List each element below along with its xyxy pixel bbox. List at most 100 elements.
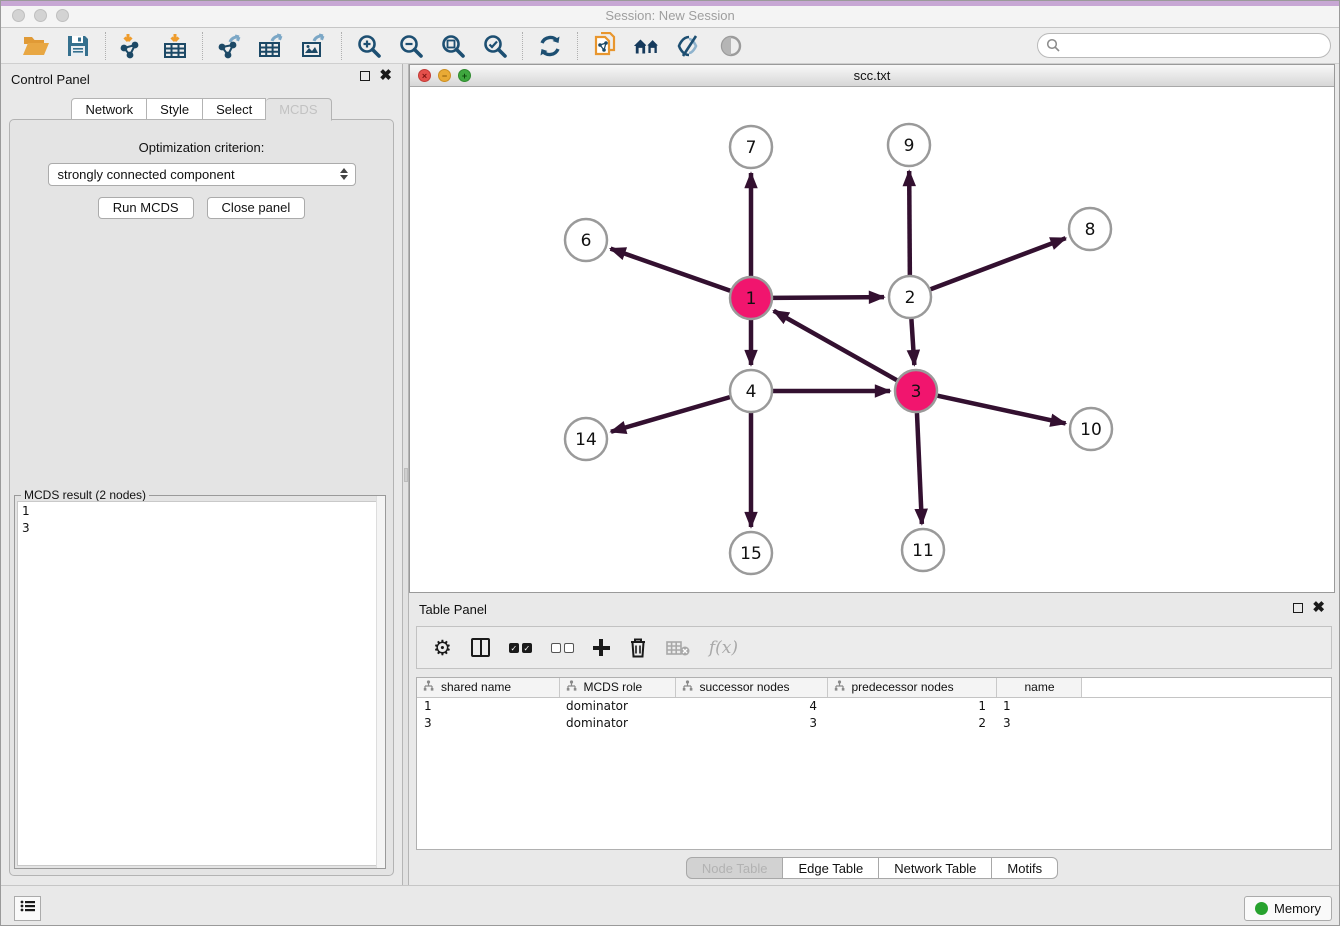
panel-list-button[interactable] — [14, 896, 41, 921]
graph-node-label-15: 15 — [740, 544, 762, 564]
cell-successor-nodes[interactable]: 4 — [675, 697, 827, 714]
import-table-icon[interactable] — [161, 32, 189, 60]
toggle-visibility-icon[interactable] — [675, 32, 703, 60]
add-column-icon[interactable] — [593, 635, 610, 661]
tab-select[interactable]: Select — [203, 98, 266, 120]
export-table-icon[interactable] — [258, 32, 286, 60]
table-toolbar: ⚙ ✓✓ f(x) — [416, 626, 1332, 669]
search-icon — [1046, 38, 1061, 58]
run-mcds-button[interactable]: Run MCDS — [98, 197, 194, 219]
table-row[interactable]: 1 dominator 4 1 1 — [417, 697, 1331, 714]
search-field-wrap — [1037, 33, 1331, 58]
delete-table-icon[interactable] — [666, 635, 690, 661]
column-header-filler — [1081, 678, 1331, 697]
split-panel-icon[interactable] — [471, 635, 490, 661]
graph-node-label-2: 2 — [905, 288, 916, 308]
column-header-name[interactable]: name — [996, 678, 1081, 697]
tab-mcds[interactable]: MCDS — [266, 98, 331, 121]
column-header-predecessor-nodes[interactable]: predecessor nodes — [827, 678, 996, 697]
table-panel: Table Panel ✖ ⚙ ✓✓ f(x) — [409, 596, 1335, 885]
graph-edge-1-2[interactable] — [773, 297, 884, 298]
select-all-icon[interactable]: ✓✓ — [509, 635, 532, 661]
cell-successor-nodes[interactable]: 3 — [675, 714, 827, 731]
graph-edge-4-14[interactable] — [611, 397, 730, 432]
graph-node-label-11: 11 — [912, 541, 934, 561]
window-title: Session: New Session — [1, 8, 1339, 23]
tab-node-table[interactable]: Node Table — [686, 857, 784, 879]
control-panel-title: Control Panel — [11, 72, 90, 87]
cell-predecessor-nodes[interactable]: 1 — [827, 697, 996, 714]
graph-node-label-6: 6 — [581, 231, 592, 251]
column-header-successor-nodes[interactable]: successor nodes — [675, 678, 827, 697]
zoom-in-icon[interactable] — [355, 32, 383, 60]
eye-icon[interactable] — [717, 32, 745, 60]
search-input[interactable] — [1037, 33, 1331, 58]
clone-network-icon[interactable] — [591, 32, 619, 60]
optimization-criterion-label: Optimization criterion: — [10, 140, 393, 155]
cell-predecessor-nodes[interactable]: 2 — [827, 714, 996, 731]
graph-node-label-10: 10 — [1080, 420, 1102, 440]
graph-edge-1-6[interactable] — [611, 249, 731, 291]
memory-button[interactable]: Memory — [1244, 896, 1332, 921]
table-settings-icon[interactable]: ⚙ — [433, 635, 452, 661]
cell-shared-name[interactable]: 3 — [417, 714, 559, 731]
column-header-shared-name[interactable]: shared name — [417, 678, 559, 697]
cell-name[interactable]: 3 — [996, 714, 1081, 731]
optimization-criterion-select[interactable]: strongly connected component — [48, 163, 356, 186]
graph-edge-3-11[interactable] — [917, 413, 922, 524]
float-panel-icon[interactable] — [360, 71, 370, 81]
close-panel-button[interactable]: Close panel — [207, 197, 306, 219]
column-header-mcds-role[interactable]: MCDS role — [559, 678, 675, 697]
deselect-all-icon[interactable] — [551, 635, 574, 661]
node-table: shared name MCDS role successor nodes pr… — [417, 678, 1331, 731]
graph-edge-2-9[interactable] — [909, 171, 910, 275]
graph-edge-2-8[interactable] — [931, 238, 1066, 289]
tab-style[interactable]: Style — [147, 98, 203, 120]
delete-column-icon[interactable] — [629, 635, 647, 661]
column-type-icon — [834, 680, 845, 694]
float-panel-icon[interactable] — [1293, 603, 1303, 613]
mcds-result-title: MCDS result (2 nodes) — [21, 488, 149, 502]
network-window-title: scc.txt — [410, 68, 1334, 83]
tab-network[interactable]: Network — [71, 98, 147, 120]
network-canvas[interactable]: 1234678910111415 — [410, 87, 1334, 592]
export-image-icon[interactable] — [300, 32, 328, 60]
apply-layout-icon[interactable] — [536, 32, 564, 60]
function-builder-icon[interactable]: f(x) — [709, 635, 738, 661]
open-session-icon[interactable] — [22, 32, 50, 60]
close-panel-icon[interactable]: ✖ — [1312, 603, 1325, 613]
graph-node-label-3: 3 — [911, 382, 922, 402]
mcds-result-scrollbar[interactable] — [376, 496, 385, 868]
import-network-icon[interactable] — [119, 32, 147, 60]
graph-edge-3-1[interactable] — [774, 311, 897, 380]
list-icon — [20, 899, 36, 918]
tab-edge-table[interactable]: Edge Table — [783, 857, 879, 879]
cell-filler — [1081, 697, 1331, 714]
column-type-icon — [423, 680, 434, 694]
save-session-icon[interactable] — [64, 32, 92, 60]
splitter-grip[interactable] — [404, 468, 408, 482]
network-view-window: × − + scc.txt 1234678910111415 — [409, 64, 1335, 593]
home-icon[interactable] — [633, 32, 661, 60]
table-row[interactable]: 3 dominator 3 2 3 — [417, 714, 1331, 731]
tab-network-table[interactable]: Network Table — [879, 857, 992, 879]
network-window-titlebar[interactable]: × − + scc.txt — [410, 65, 1334, 87]
panel-splitter[interactable] — [402, 64, 409, 885]
cell-shared-name[interactable]: 1 — [417, 697, 559, 714]
graph-edge-2-3[interactable] — [911, 319, 914, 365]
column-type-icon — [566, 680, 577, 694]
tab-motifs[interactable]: Motifs — [992, 857, 1058, 879]
close-panel-icon[interactable]: ✖ — [379, 71, 392, 81]
graph-edge-3-10[interactable] — [937, 396, 1065, 424]
export-network-icon[interactable] — [216, 32, 244, 60]
mcds-result-fieldset: MCDS result (2 nodes) 1 3 — [14, 495, 386, 869]
graph-node-label-7: 7 — [746, 138, 757, 158]
mcds-result-textarea[interactable]: 1 3 — [17, 501, 383, 866]
zoom-fit-icon[interactable] — [439, 32, 467, 60]
graph-node-label-1: 1 — [746, 289, 757, 309]
cell-mcds-role[interactable]: dominator — [559, 697, 675, 714]
cell-mcds-role[interactable]: dominator — [559, 714, 675, 731]
zoom-selected-icon[interactable] — [481, 32, 509, 60]
cell-name[interactable]: 1 — [996, 697, 1081, 714]
zoom-out-icon[interactable] — [397, 32, 425, 60]
